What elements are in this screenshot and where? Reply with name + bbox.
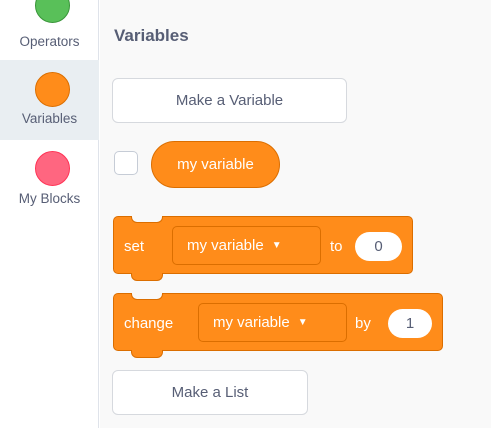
- block-notch: [131, 216, 163, 223]
- make-variable-button[interactable]: Make a Variable: [112, 78, 347, 123]
- change-keyword: change: [124, 315, 174, 332]
- palette-section-title: Variables: [114, 26, 189, 45]
- category-variables[interactable]: Variables: [0, 60, 99, 140]
- block-notch: [131, 293, 163, 300]
- variable-reporter-block[interactable]: my variable: [151, 141, 280, 188]
- variable-monitor-checkbox[interactable]: [114, 151, 138, 175]
- set-variable-dropdown[interactable]: my variable ▼: [172, 226, 321, 265]
- category-label: My Blocks: [18, 191, 81, 206]
- category-sidebar: Operators Variables My Blocks: [0, 0, 99, 428]
- caret-down-icon: ▼: [271, 240, 282, 251]
- to-keyword: to: [330, 238, 343, 255]
- category-my-blocks[interactable]: My Blocks: [0, 140, 99, 215]
- block-tab: [131, 273, 163, 281]
- set-variable-block[interactable]: set my variable ▼ to 0: [113, 216, 413, 281]
- by-keyword: by: [355, 315, 371, 332]
- dropdown-value: my variable: [187, 237, 264, 254]
- set-keyword: set: [124, 238, 145, 255]
- change-variable-block[interactable]: change my variable ▼ by 1: [113, 293, 443, 358]
- operators-color-dot: [35, 0, 70, 23]
- category-label: Variables: [21, 111, 78, 126]
- make-list-button[interactable]: Make a List: [112, 370, 308, 415]
- category-label: Operators: [19, 34, 80, 49]
- category-operators[interactable]: Operators: [0, 0, 99, 58]
- block-tab: [131, 350, 163, 358]
- change-value-input[interactable]: 1: [388, 309, 432, 338]
- dropdown-value: my variable: [213, 314, 290, 331]
- block-palette: [100, 0, 491, 428]
- caret-down-icon: ▼: [297, 317, 308, 328]
- variables-color-dot: [35, 72, 70, 107]
- my-blocks-color-dot: [35, 151, 70, 186]
- change-variable-dropdown[interactable]: my variable ▼: [198, 303, 347, 342]
- set-value-input[interactable]: 0: [355, 232, 402, 261]
